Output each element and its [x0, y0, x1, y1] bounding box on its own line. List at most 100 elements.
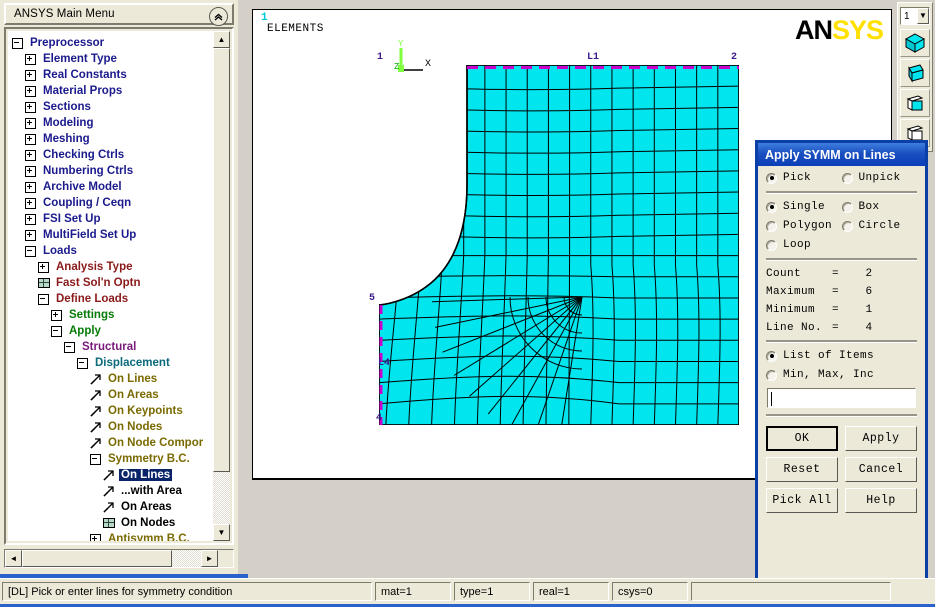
tree-item-fsi-set-up[interactable]: FSI Set Up — [12, 211, 213, 227]
tree-vertical-scrollbar[interactable]: ▲ ▼ — [213, 31, 230, 541]
tree-item-on-lines[interactable]: On Lines — [12, 371, 213, 387]
tree-hscroll-track[interactable] — [22, 550, 201, 567]
tree-item-on-nodes[interactable]: On Nodes — [12, 515, 213, 531]
scroll-right-button[interactable]: ► — [201, 550, 218, 567]
tree-item-multifield-set-up[interactable]: MultiField Set Up — [12, 227, 213, 243]
radio-button[interactable] — [766, 239, 777, 251]
expand-icon[interactable] — [25, 53, 36, 65]
collapse-icon[interactable] — [90, 453, 101, 465]
expand-icon[interactable] — [25, 85, 36, 97]
pick-method-polygon[interactable]: Polygon — [766, 220, 842, 232]
tree-item-checking-ctrls[interactable]: Checking Ctrls — [12, 147, 213, 163]
expand-icon[interactable] — [25, 165, 36, 177]
expand-icon[interactable] — [38, 261, 49, 273]
collapse-icon[interactable] — [64, 341, 75, 353]
tree-item-modeling[interactable]: Modeling — [12, 115, 213, 131]
reset-button[interactable]: Reset — [766, 457, 838, 482]
radio-button[interactable] — [766, 201, 777, 213]
tree-item-antisymm-b-c[interactable]: Antisymm B.C. — [12, 531, 213, 541]
expand-icon[interactable] — [25, 69, 36, 81]
tree-item-real-constants[interactable]: Real Constants — [12, 67, 213, 83]
expand-icon[interactable] — [25, 101, 36, 113]
expand-icon[interactable] — [25, 181, 36, 193]
isometric-view-icon[interactable] — [900, 29, 930, 57]
tree-item-on-keypoints[interactable]: On Keypoints — [12, 403, 213, 419]
expand-icon[interactable] — [25, 149, 36, 161]
tree-item-apply[interactable]: Apply — [12, 323, 213, 339]
radio-button[interactable] — [841, 220, 853, 232]
expand-icon[interactable] — [25, 117, 36, 129]
expand-icon[interactable] — [25, 213, 36, 225]
expand-icon[interactable] — [25, 197, 36, 209]
tree-item-displacement[interactable]: Displacement — [12, 355, 213, 371]
front-view-icon[interactable] — [900, 89, 930, 117]
tree-item-structural[interactable]: Structural — [12, 339, 213, 355]
radio-button[interactable] — [841, 172, 853, 184]
radio-button[interactable] — [841, 201, 853, 213]
tree-item-fast-sol-n-optn[interactable]: Fast Sol'n Optn — [12, 275, 213, 291]
tree-horizontal-scrollbar[interactable]: ◄ ► — [4, 549, 234, 568]
collapse-icon[interactable] — [77, 357, 88, 369]
pick-method-circle[interactable]: Circle — [841, 220, 918, 232]
pick-input-field[interactable] — [767, 388, 916, 408]
main-menu-tree-viewport[interactable]: Preprocessor Element Type Real Constants Ma… — [8, 31, 213, 541]
collapse-icon[interactable] — [38, 293, 49, 305]
tree-item-with-area[interactable]: ...with Area — [12, 483, 213, 499]
tree-item-on-areas[interactable]: On Areas — [12, 387, 213, 403]
expand-icon[interactable] — [25, 229, 36, 241]
tree-item-analysis-type[interactable]: Analysis Type — [12, 259, 213, 275]
apply-button[interactable]: Apply — [845, 426, 917, 451]
tree-item-material-props[interactable]: Material Props — [12, 83, 213, 99]
pick-all-button[interactable]: Pick All — [766, 488, 838, 513]
scroll-up-button[interactable]: ▲ — [213, 31, 230, 48]
entry-mode-1[interactable]: Min, Max, Inc — [766, 369, 916, 381]
expand-icon[interactable] — [25, 133, 36, 145]
scroll-down-arrow-icon: ▼ — [217, 527, 226, 537]
scroll-left-button[interactable]: ◄ — [5, 550, 22, 567]
expand-icon[interactable] — [51, 309, 62, 321]
tree-item-on-node-compor[interactable]: On Node Compor — [12, 435, 213, 451]
radio-button[interactable] — [766, 350, 777, 362]
pick-method-single[interactable]: Single — [766, 201, 842, 213]
ok-button[interactable]: OK — [766, 426, 838, 451]
pick-method-loop[interactable]: Loop — [766, 239, 846, 251]
radio-button[interactable] — [766, 220, 777, 232]
tree-item-loads[interactable]: Loads — [12, 243, 213, 259]
help-button[interactable]: Help — [845, 488, 917, 513]
tree-item-meshing[interactable]: Meshing — [12, 131, 213, 147]
tree-hscroll-thumb[interactable] — [22, 550, 172, 567]
cancel-button[interactable]: Cancel — [845, 457, 917, 482]
tree-item-archive-model[interactable]: Archive Model — [12, 179, 213, 195]
tree-item-numbering-ctrls[interactable]: Numbering Ctrls — [12, 163, 213, 179]
pick-method-box[interactable]: Box — [841, 201, 918, 213]
entry-mode-0[interactable]: List of Items — [766, 350, 916, 362]
collapse-icon[interactable] — [12, 37, 23, 49]
collapse-icon[interactable] — [25, 245, 36, 257]
finite-element-mesh[interactable]: 1 L1 2 5 L4 4 — [369, 52, 740, 426]
radio-button[interactable] — [766, 172, 777, 184]
tree-item-preprocessor[interactable]: Preprocessor — [12, 35, 213, 51]
tree-item-on-lines[interactable]: On Lines — [12, 467, 213, 483]
tree-vscroll-thumb[interactable] — [213, 48, 230, 472]
radio-button[interactable] — [766, 369, 777, 381]
active-window-select[interactable]: 1 ▼ — [900, 7, 930, 25]
tree-item-element-type[interactable]: Element Type — [12, 51, 213, 67]
tree-item-on-areas[interactable]: On Areas — [12, 499, 213, 515]
tree-vscroll-track[interactable] — [213, 48, 230, 524]
chevron-down-icon[interactable]: ▼ — [917, 8, 929, 24]
tree-item-coupling-ceqn[interactable]: Coupling / Ceqn — [12, 195, 213, 211]
tree-item-symmetry-b-c[interactable]: Symmetry B.C. — [12, 451, 213, 467]
pick-mode-unpick[interactable]: Unpick — [841, 172, 918, 184]
tree-item-define-loads[interactable]: Define Loads — [12, 291, 213, 307]
chevron-double-up-icon[interactable] — [209, 7, 228, 26]
tree-item-sections[interactable]: Sections — [12, 99, 213, 115]
oblique-view-icon[interactable] — [900, 59, 930, 87]
svg-text:Y: Y — [398, 39, 404, 49]
tree-item-settings[interactable]: Settings — [12, 307, 213, 323]
expand-icon[interactable] — [90, 533, 101, 541]
collapse-icon[interactable] — [51, 325, 62, 337]
scroll-down-button[interactable]: ▼ — [213, 524, 230, 541]
dialog-titlebar[interactable]: Apply SYMM on Lines — [758, 143, 925, 166]
pick-mode-pick[interactable]: Pick — [766, 172, 842, 184]
tree-item-on-nodes[interactable]: On Nodes — [12, 419, 213, 435]
